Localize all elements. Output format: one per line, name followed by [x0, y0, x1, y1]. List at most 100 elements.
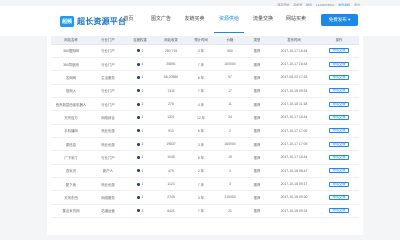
table-cell: 申请交换 — [319, 110, 359, 125]
table-cell: 2017-10-18 08:47 — [269, 164, 319, 178]
weight-value: 2 — [141, 155, 144, 160]
table-cell: 申请交换 — [319, 164, 359, 178]
col-action: 操作 — [319, 36, 359, 45]
apply-exchange-button[interactable]: 申请交换 — [328, 168, 350, 174]
apply-exchange-button[interactable]: 申请交换 — [328, 208, 350, 214]
table-cell: 12 年 — [187, 110, 215, 125]
table-cell: 3 — [215, 164, 245, 178]
weight-icon — [136, 129, 140, 133]
table-row: 信网入 行业门户 2 7411 7 年 17 推荐 2017-10-18 09:51 申请交换 — [51, 84, 359, 98]
table-cell: 1 — [125, 70, 155, 85]
apply-exchange-button[interactable]: 申请交换 — [328, 128, 350, 134]
table-cell: 生活服务 — [91, 70, 125, 85]
table-cell: 6 年 — [187, 124, 215, 138]
apply-exchange-button[interactable]: 申请交换 — [328, 194, 350, 200]
table-cell: 2017-10-17 17:09 — [269, 124, 319, 138]
table-row: 原信息 商业优惠 3 19837 3 年 160000 推荐 2017-10-17 17:09… — [51, 137, 359, 152]
table-cell: 2 — [125, 110, 155, 125]
table-cell: 100000 — [215, 57, 245, 72]
table-cell: 6 年 — [187, 70, 215, 85]
table-cell: 申请交换 — [319, 190, 359, 205]
resource-table: 网站名称 行业门户 百度权重 网站收录 预计时间 价格 类型 发布时间 操作 3… — [51, 36, 359, 218]
table-row: 查米识 新户人 1 475 2 年 3 推荐 2017-10-18 08:47 申请交换 — [51, 164, 359, 178]
nav-links[interactable]: 友链买卖 — [177, 6, 212, 36]
nav-ads[interactable]: 图文广告 — [145, 6, 177, 36]
table-cell: 申请交换 — [319, 137, 359, 152]
col-name: 网站名称 — [51, 36, 91, 45]
weight-icon — [136, 116, 140, 119]
table-cell: 商业优惠 — [91, 177, 125, 192]
apply-exchange-button[interactable]: 申请交换 — [328, 61, 350, 67]
table-cell: 配下卖 — [51, 177, 91, 192]
table-cell: 推荐 — [245, 84, 269, 98]
table-cell: 2017-10-18 09:51 — [269, 84, 319, 98]
table-cell: 申请交换 — [319, 124, 359, 138]
table-cell: 申请交换 — [319, 57, 359, 72]
table-cell: 160000 — [215, 137, 245, 152]
col-price: 价格 — [215, 36, 245, 45]
weight-value: 1 — [141, 168, 144, 173]
table-cell: 1 — [125, 164, 155, 178]
resource-panel: 网站名称 行业门户 百度权重 网站收录 预计时间 价格 类型 发布时间 操作 3… — [47, 36, 363, 235]
table-row: 手机播网 商业优惠 1 913 6 年 2 推荐 2017-10-17 17:09 申请交换 — [51, 124, 359, 138]
table-cell: 278 — [155, 97, 187, 112]
site-header: 超频 超长资源平台 首页 图文广告 友链买卖 资源供给 流量交换 网站买卖 免费… — [0, 6, 400, 36]
table-cell: 推荐 — [245, 204, 269, 218]
table-cell: 2017-10-18 09:17 — [269, 177, 319, 192]
apply-exchange-button[interactable]: 申请交换 — [328, 181, 350, 187]
apply-exchange-button[interactable]: 申请交换 — [328, 74, 350, 80]
table-cell: 商业优惠 — [91, 137, 125, 152]
table-cell: 申请交换 — [319, 70, 359, 85]
table-cell: 站道运营 — [91, 204, 125, 218]
table-cell: 2017-10-18 11:18 — [269, 97, 319, 112]
apply-exchange-button[interactable]: 申请交换 — [328, 141, 350, 147]
nav-site-trade[interactable]: 网站买卖 — [280, 6, 312, 36]
table-cell: 7411 — [155, 84, 187, 98]
table-cell: 500 — [215, 44, 245, 58]
weight-value: 2 — [141, 115, 144, 120]
nav-home[interactable]: 首页 — [112, 6, 145, 36]
apply-exchange-button[interactable]: 申请交换 — [328, 154, 350, 160]
table-cell: 行业门户 — [91, 84, 125, 98]
col-date: 发布时间 — [269, 36, 319, 45]
table-cell: 推荐 — [245, 57, 269, 72]
table-body: 360搜狗网 行业门户 2 250,715 3 年 500 推荐 2017-10-17 16:… — [51, 44, 359, 218]
table-cell: 6421 — [155, 204, 187, 218]
table-cell: 1321 — [155, 110, 187, 125]
apply-exchange-button[interactable]: 申请交换 — [328, 88, 350, 94]
table-cell: 推荐 — [245, 70, 269, 85]
table-cell: 新户人 — [91, 164, 125, 178]
table-cell: 475 — [155, 164, 187, 178]
table-cell: 360搜狗网 — [51, 44, 91, 58]
table-cell: 250,715 — [155, 44, 187, 58]
nav-traffic[interactable]: 流量交换 — [246, 6, 280, 36]
table-cell: 申请交换 — [319, 44, 359, 58]
table-cell: 2 — [125, 190, 155, 205]
table-cell: 2017-10-17 16:44 — [269, 57, 319, 72]
table-row: 天河东西 网络服务 2 2749 3 年 210000 推荐 2017-10-18 09:30… — [51, 190, 359, 205]
apply-exchange-button[interactable]: 申请交换 — [328, 48, 350, 54]
table-cell: 申请交换 — [319, 150, 359, 165]
table-cell: 8 年 — [187, 150, 215, 165]
nav-resources[interactable]: 资源供给 — [212, 6, 246, 36]
table-cell: 7 年 — [187, 84, 215, 98]
apply-exchange-button[interactable]: 申请交换 — [328, 101, 350, 107]
table-cell: 3 — [125, 204, 155, 218]
table-cell: 推荐 — [245, 164, 269, 178]
table-cell: 2 — [125, 97, 155, 112]
apply-exchange-button[interactable]: 申请交换 — [328, 114, 350, 120]
table-cell: 3 — [215, 177, 245, 192]
table-cell: 推荐 — [245, 97, 269, 112]
table-cell: 3 年 — [187, 137, 215, 152]
table-cell: 3 年 — [187, 190, 215, 205]
table-cell: 1 — [125, 177, 155, 192]
table-cell: 2 — [125, 150, 155, 165]
table-cell: 1 — [125, 124, 155, 138]
table-cell: 19837 — [155, 137, 187, 152]
table-cell: 2749 — [155, 190, 187, 205]
col-type: 类型 — [245, 36, 269, 45]
table-row: 360导航网 行业门户 4 25891 7 年 100000 推荐 2017-10-17 16… — [51, 57, 359, 72]
publish-button[interactable]: 免费发布 ▾ — [321, 14, 358, 26]
table-cell: 11 — [215, 97, 245, 112]
table-cell: 查米识 — [51, 164, 91, 178]
